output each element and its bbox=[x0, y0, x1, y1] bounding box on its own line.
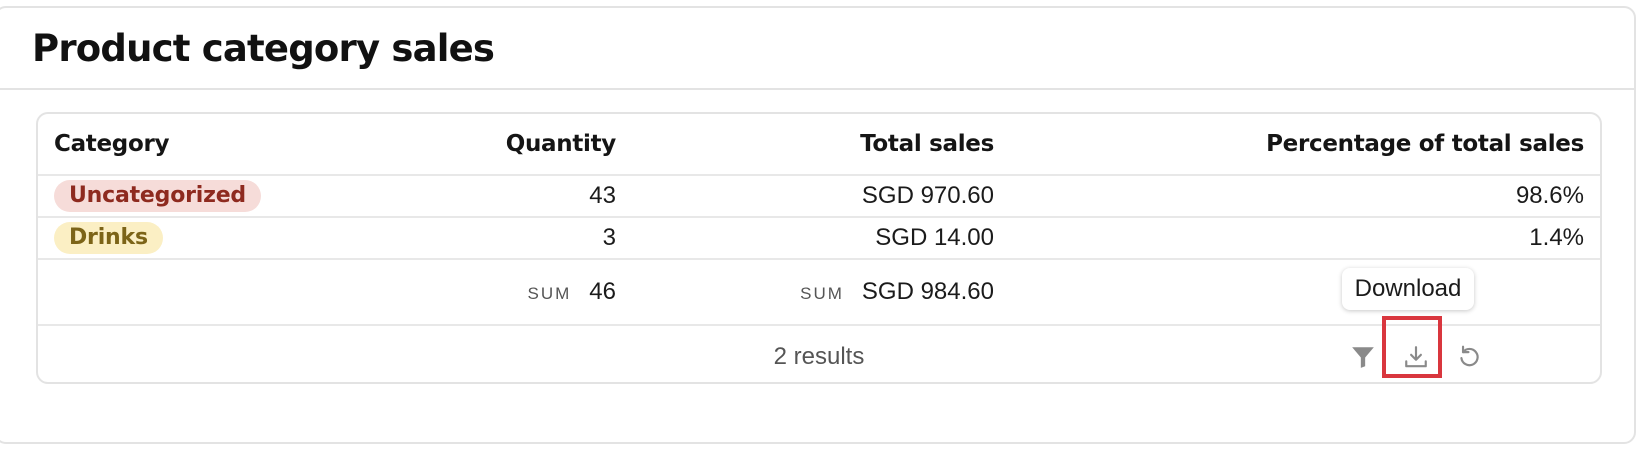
total-sales-sum-label: SUM bbox=[800, 284, 844, 303]
quantity-sum-cell: SUM 46 bbox=[528, 260, 616, 324]
percentage-cell: 98.6% bbox=[1515, 182, 1584, 209]
column-header-percentage[interactable]: Percentage of total sales bbox=[1266, 114, 1584, 174]
category-badge-uncategorized: Uncategorized bbox=[54, 180, 261, 212]
reset-button[interactable] bbox=[1454, 342, 1484, 372]
column-header-total-sales[interactable]: Total sales bbox=[860, 114, 994, 174]
card-header: Product category sales bbox=[0, 8, 1634, 90]
column-header-category[interactable]: Category bbox=[54, 114, 170, 174]
filter-button[interactable] bbox=[1348, 342, 1378, 372]
category-cell: Uncategorized bbox=[54, 176, 261, 216]
filter-icon bbox=[1352, 347, 1374, 368]
quantity-sum-value: 46 bbox=[589, 278, 616, 305]
quantity-cell: 3 bbox=[602, 224, 616, 251]
quantity-cell: 43 bbox=[589, 182, 616, 209]
category-cell: Drinks bbox=[54, 218, 163, 258]
sales-table: Category Quantity Total sales Percentage… bbox=[36, 112, 1602, 384]
total-sales-sum-value: SGD 984.60 bbox=[861, 278, 994, 305]
reset-icon bbox=[1460, 345, 1479, 367]
quantity-sum-label: SUM bbox=[527, 284, 572, 303]
table-header-row: Category Quantity Total sales Percentage… bbox=[38, 114, 1600, 176]
category-badge-drinks: Drinks bbox=[54, 222, 163, 254]
total-sales-cell: SGD 970.60 bbox=[861, 182, 994, 209]
card-title: Product category sales bbox=[32, 26, 495, 70]
download-button[interactable] bbox=[1401, 342, 1431, 372]
column-header-quantity[interactable]: Quantity bbox=[506, 114, 617, 174]
table-row: Uncategorized 43 SGD 970.60 98.6% bbox=[38, 176, 1600, 218]
percentage-cell: 1.4% bbox=[1529, 224, 1584, 251]
total-sales-cell: SGD 14.00 bbox=[875, 224, 994, 251]
download-tooltip: Download bbox=[1342, 268, 1474, 310]
table-footer: 2 results bbox=[38, 326, 1600, 382]
table-row: Drinks 3 SGD 14.00 1.4% bbox=[38, 218, 1600, 260]
download-icon bbox=[1405, 346, 1427, 368]
total-sales-sum-cell: SUM SGD 984.60 bbox=[800, 260, 994, 324]
